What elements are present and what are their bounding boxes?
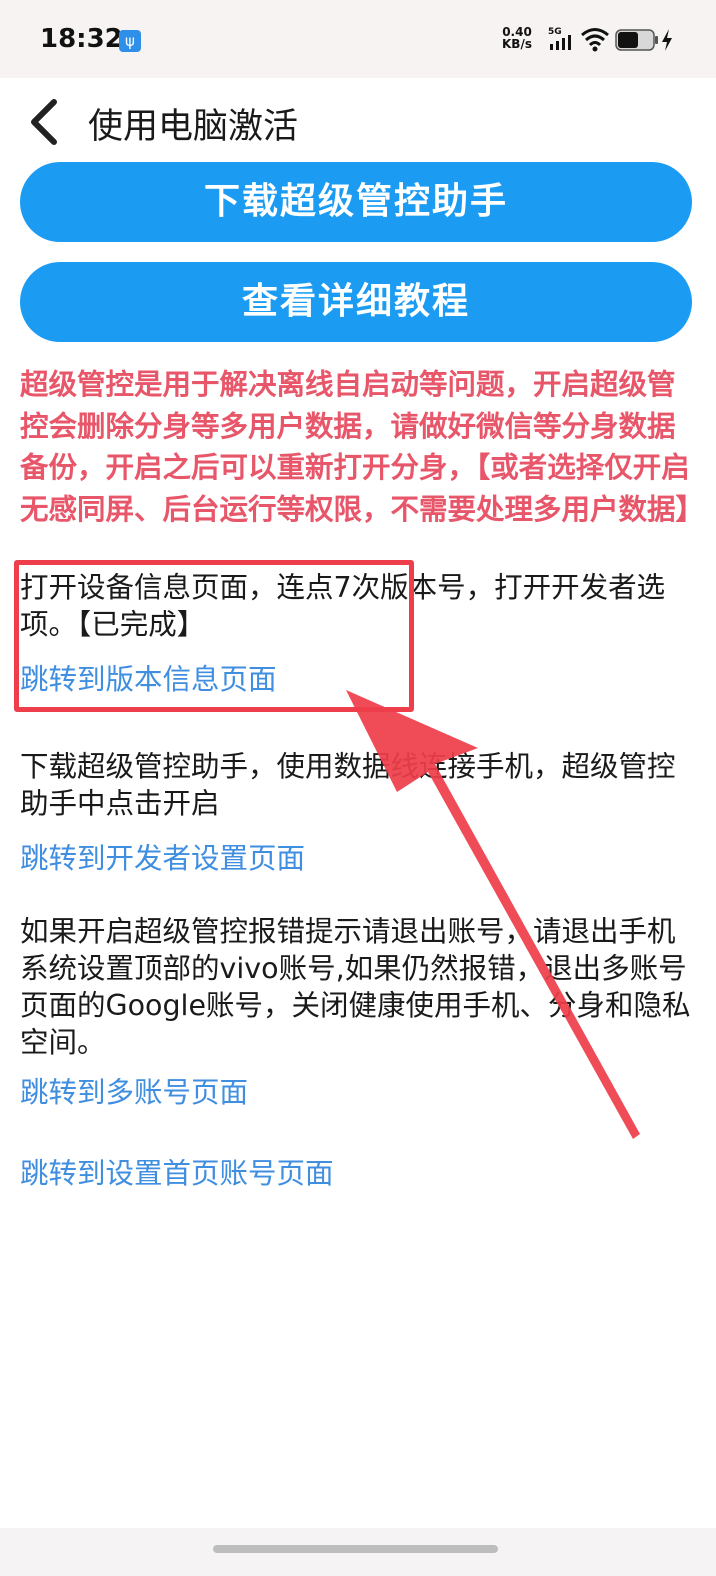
multi-account-link[interactable]: 跳转到多账号页面 [20, 1074, 248, 1111]
wifi-icon [581, 28, 609, 52]
home-indicator[interactable] [213, 1545, 498, 1553]
status-bar: 18:32 ψ 0.40 KB/s 5G [0, 0, 716, 78]
usb-icon: ψ [119, 30, 141, 52]
settings-home-account-link[interactable]: 跳转到设置首页账号页面 [20, 1155, 334, 1192]
status-time: 18:32 [40, 24, 123, 54]
warning-text: 超级管控是用于解决离线自启动等问题，开启超级管控会删除分身等多用户数据，请做好微… [20, 368, 705, 526]
signal-icon: 5G [548, 27, 571, 50]
network-speed-unit: KB/s [502, 37, 532, 51]
annotation-highlight-box [14, 560, 414, 712]
network-speed: 0.40 KB/s [502, 26, 532, 50]
network-type-label: 5G [548, 27, 562, 37]
chevron-left-icon[interactable] [26, 98, 62, 146]
developer-settings-link[interactable]: 跳转到开发者设置页面 [20, 840, 305, 877]
view-tutorial-button[interactable]: 查看详细教程 [20, 262, 692, 342]
charging-icon [662, 29, 672, 51]
page-title: 使用电脑激活 [88, 107, 299, 147]
download-helper-button[interactable]: 下载超级管控助手 [20, 162, 692, 242]
battery-icon [615, 29, 658, 51]
app-header: 使用电脑激活 [0, 84, 716, 160]
step-2-text: 下载超级管控助手，使用数据线连接手机，超级管控助手中点击开启 [20, 750, 676, 820]
step-3-text: 如果开启超级管控报错提示请退出账号，请退出手机系统设置顶部的vivo账号,如果仍… [20, 915, 691, 1059]
